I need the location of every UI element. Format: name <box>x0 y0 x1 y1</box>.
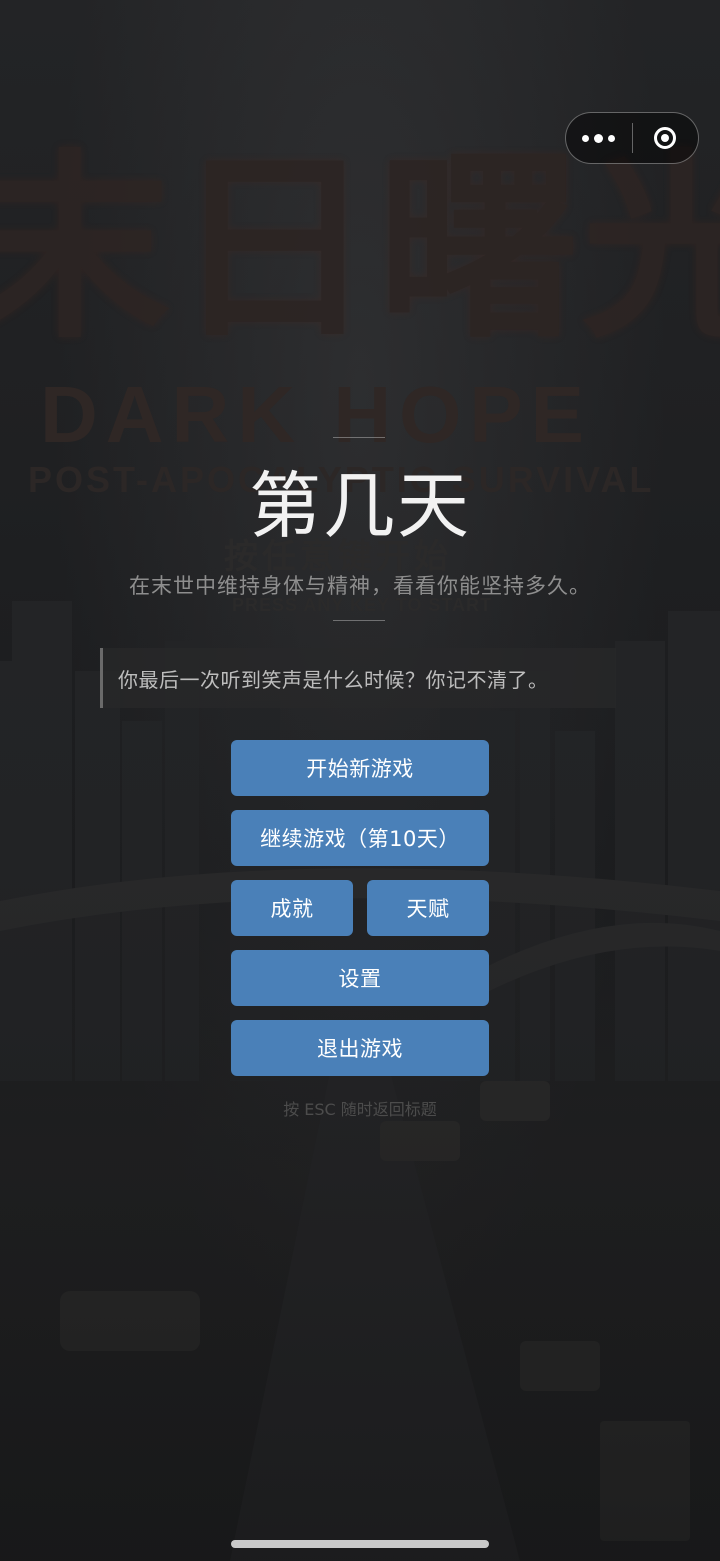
continue-game-button[interactable]: 继续游戏（第10天） <box>231 810 489 866</box>
achievements-button[interactable]: 成就 <box>231 880 353 936</box>
more-dots-icon[interactable] <box>566 113 632 163</box>
home-indicator[interactable] <box>231 1540 489 1548</box>
menu-capsule <box>565 112 699 164</box>
settings-button[interactable]: 设置 <box>231 950 489 1006</box>
flavor-quote-text: 你最后一次听到笑声是什么时候？你记不清了。 <box>118 667 549 692</box>
title-top-rule <box>333 437 385 438</box>
title-bottom-rule <box>333 620 385 621</box>
background-title-en: DARK HOPE <box>40 370 593 459</box>
game-tagline: 在末世中维持身体与精神，看看你能坚持多久。 <box>129 574 591 598</box>
exit-game-button[interactable]: 退出游戏 <box>231 1020 489 1076</box>
background-press-key-en: PRESS ANY KEY TO START <box>232 595 493 615</box>
flavor-quote: 你最后一次听到笑声是什么时候？你记不清了。 <box>100 648 616 708</box>
target-close-icon[interactable] <box>633 113 699 163</box>
game-title: 第几天 <box>248 464 471 548</box>
esc-hint: 按 ESC 随时返回标题 <box>283 1100 437 1119</box>
talents-button[interactable]: 天赋 <box>367 880 489 936</box>
new-game-button[interactable]: 开始新游戏 <box>231 740 489 796</box>
background-title-cn: 末日曙光 <box>0 133 720 366</box>
title-screen: 末日曙光 DARK HOPE POST-APOCALYPTIC SURVIVAL… <box>0 0 720 1561</box>
